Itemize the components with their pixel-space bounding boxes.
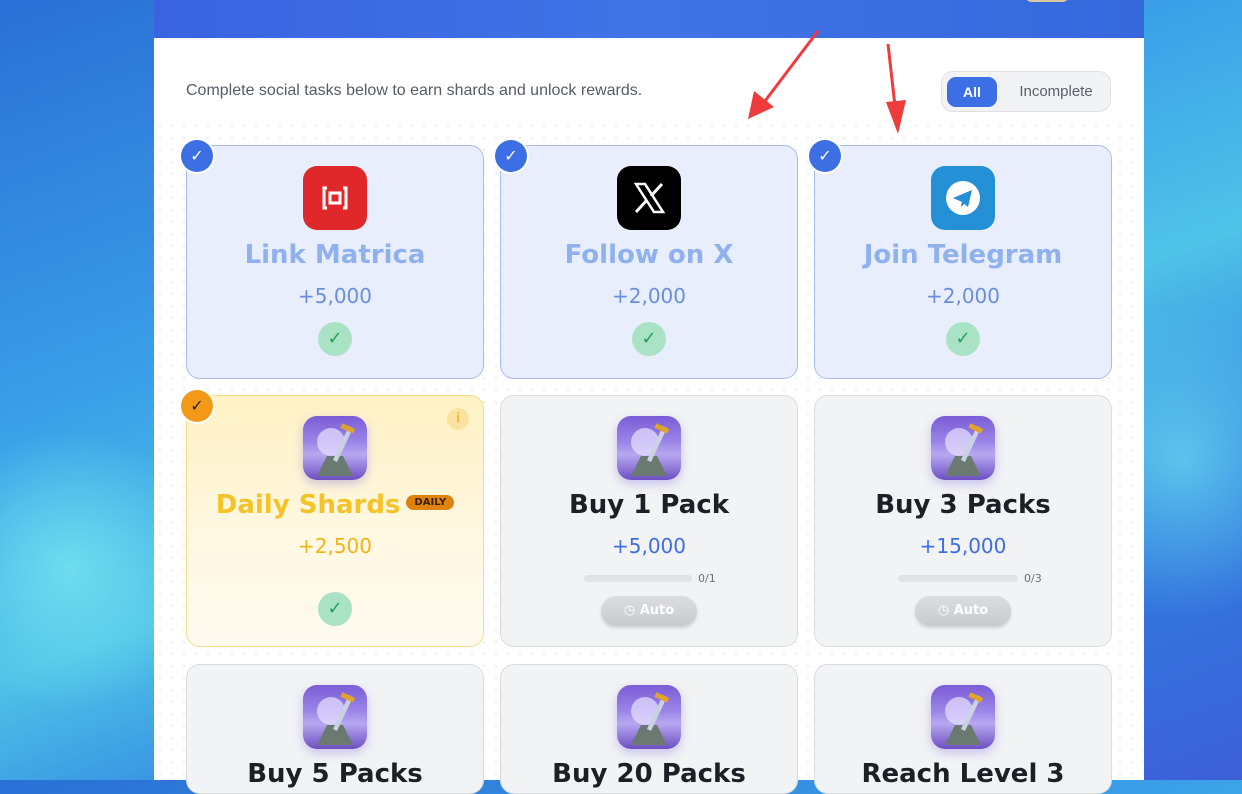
sword-game-icon [617, 416, 681, 480]
task-card-daily-shards[interactable]: ✓ i Daily Shards DAILY +2,500 ✓ [181, 390, 484, 647]
matrica-icon [303, 166, 367, 230]
filter-toggle: All Incomplete [941, 71, 1111, 112]
success-check-icon: ✓ [946, 322, 980, 356]
x-logo-icon [617, 166, 681, 230]
task-title: Follow on X [564, 240, 734, 270]
task-reward: +2,000 [925, 284, 1000, 308]
task-title: Buy 5 Packs [247, 759, 423, 789]
progress-bar [898, 575, 1018, 582]
task-card-buy-1-pack[interactable]: Buy 1 Pack +5,000 0/1 ◷ Auto [500, 395, 798, 647]
task-title: Link Matrica [244, 240, 426, 270]
task-reward: +2,000 [611, 284, 686, 308]
task-card-reach-level-3[interactable]: Reach Level 3 [814, 664, 1112, 794]
task-reward: +5,000 [297, 284, 372, 308]
sword-game-icon [303, 685, 367, 749]
task-title: Buy 20 Packs [552, 759, 746, 789]
top-banner [154, 0, 1144, 38]
task-card-link-matrica[interactable]: ✓ Link Matrica +5,000 ✓ [181, 140, 484, 379]
task-reward: +15,000 [919, 534, 1007, 558]
task-card-join-telegram[interactable]: ✓ Join Telegram +2,000 ✓ [809, 140, 1112, 379]
sword-game-icon [931, 416, 995, 480]
sword-game-icon [931, 685, 995, 749]
filter-all-button[interactable]: All [947, 77, 997, 107]
auto-button[interactable]: ◷ Auto [601, 596, 697, 626]
success-check-icon: ✓ [318, 322, 352, 356]
coin-decoration [1024, 0, 1070, 2]
task-title: Buy 3 Packs [875, 490, 1051, 520]
sword-game-icon [617, 685, 681, 749]
task-card-buy-3-packs[interactable]: Buy 3 Packs +15,000 0/3 ◷ Auto [814, 395, 1112, 647]
daily-tag: DAILY [406, 495, 455, 510]
task-title: Daily Shards DAILY [187, 490, 483, 520]
completed-badge-icon: ✓ [809, 140, 841, 172]
task-reward: +2,500 [297, 534, 372, 558]
tasks-panel: Complete social tasks below to earn shar… [154, 0, 1144, 794]
progress-bar [584, 575, 692, 582]
completed-badge-icon: ✓ [495, 140, 527, 172]
progress-text: 0/3 [1024, 572, 1042, 585]
annotation-arrow-icon [886, 43, 906, 134]
task-title: Buy 1 Pack [568, 490, 730, 520]
completed-badge-icon: ✓ [181, 390, 213, 422]
info-icon[interactable]: i [447, 408, 469, 430]
auto-button[interactable]: ◷ Auto [915, 596, 1011, 626]
telegram-icon [931, 166, 995, 230]
task-card-buy-5-packs[interactable]: Buy 5 Packs [186, 664, 484, 794]
sword-game-icon [303, 416, 367, 480]
success-check-icon: ✓ [318, 592, 352, 626]
task-reward: +5,000 [611, 534, 686, 558]
progress-indicator: 0/1 [584, 572, 724, 585]
success-check-icon: ✓ [632, 322, 666, 356]
annotation-arrow-icon [748, 30, 820, 119]
task-title: Join Telegram [863, 240, 1063, 270]
task-title: Reach Level 3 [861, 759, 1065, 789]
progress-text: 0/1 [698, 572, 716, 585]
completed-badge-icon: ✓ [181, 140, 213, 172]
intro-text: Complete social tasks below to earn shar… [186, 82, 643, 99]
task-card-buy-20-packs[interactable]: Buy 20 Packs [500, 664, 798, 794]
progress-indicator: 0/3 [898, 572, 1042, 585]
task-card-follow-x[interactable]: ✓ Follow on X +2,000 ✓ [495, 140, 798, 379]
filter-incomplete-button[interactable]: Incomplete [1008, 77, 1104, 107]
